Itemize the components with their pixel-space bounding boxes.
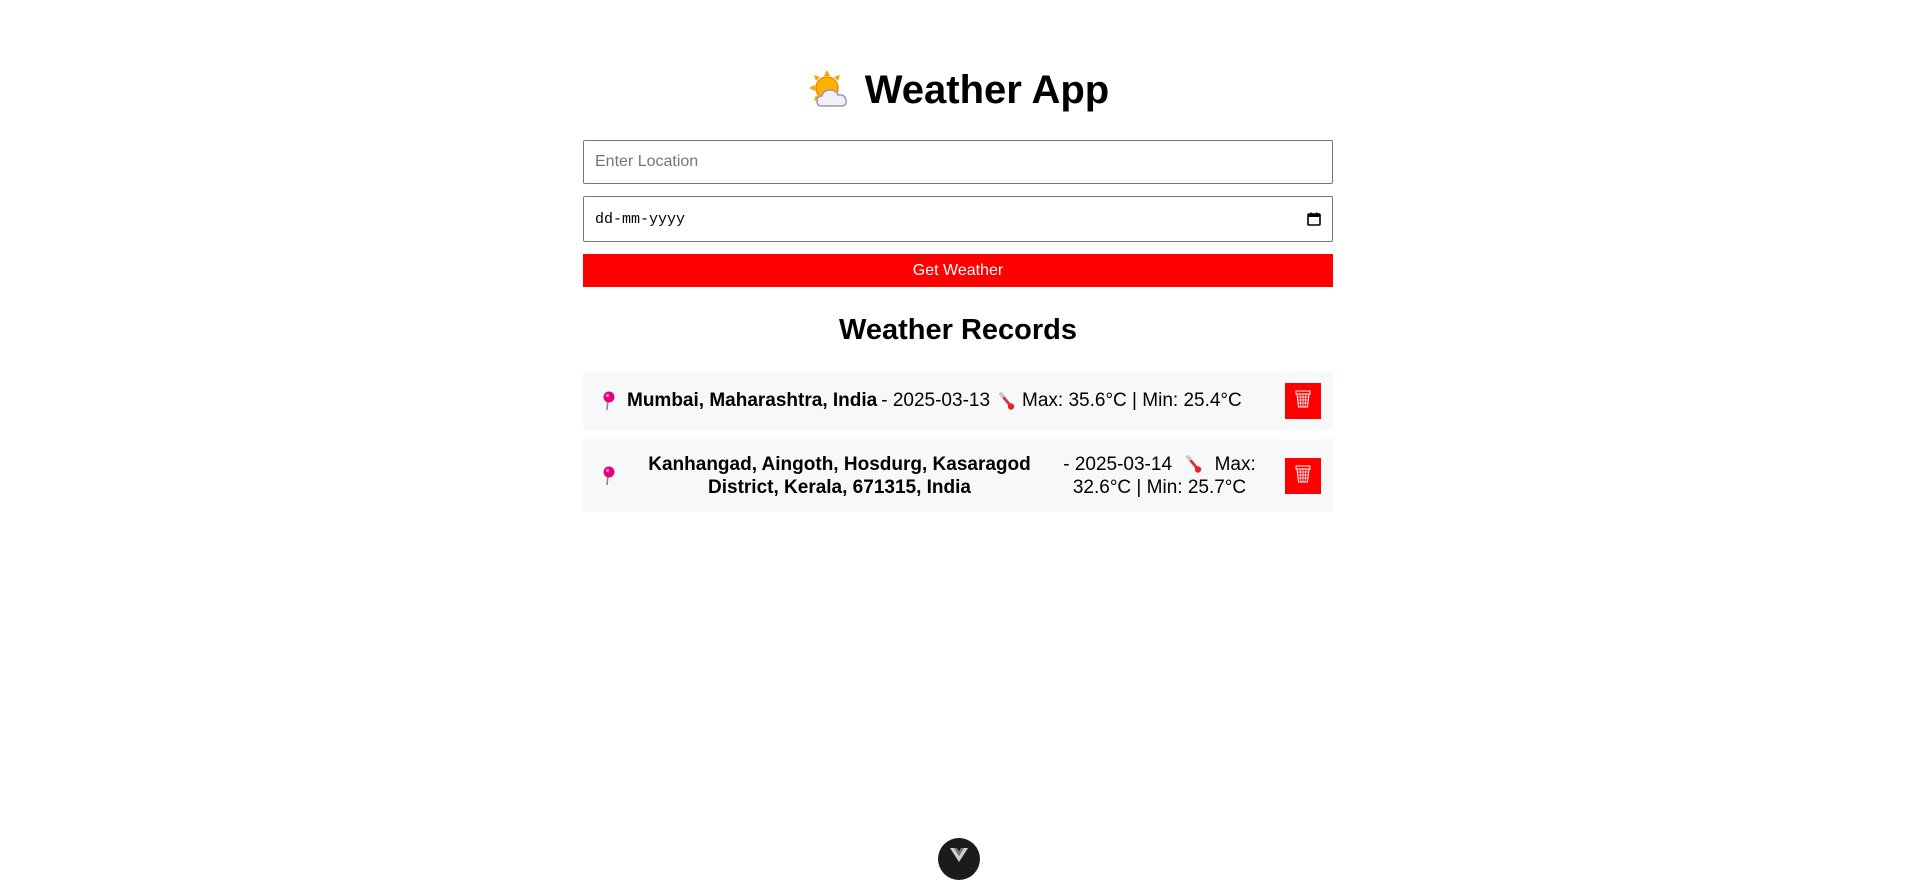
round-pushpin-icon <box>599 390 619 412</box>
record-location: Mumbai, Maharashtra, India <box>627 390 878 411</box>
record-details: - 2025-03-14 Max: 32.6°C | Min: 25.7°C <box>1057 453 1262 499</box>
record-date: - 2025-03-13 <box>881 390 991 411</box>
date-placeholder: dd-mm-yyyy <box>595 210 686 228</box>
delete-record-button[interactable] <box>1285 457 1321 494</box>
record-item: Mumbai, Maharashtra, India - 2025-03-13 … <box>583 371 1333 430</box>
records-heading: Weather Records <box>839 314 1077 346</box>
thermometer-icon <box>1185 454 1203 474</box>
sun-behind-cloud-icon <box>807 68 851 112</box>
record-item: Kanhangad, Aingoth, Hosdurg, Kasaragod D… <box>583 439 1333 512</box>
wastebasket-icon <box>1295 390 1311 411</box>
location-input[interactable] <box>595 153 1321 171</box>
record-date: - 2025-03-14 <box>1063 453 1173 475</box>
round-pushpin-icon <box>599 465 619 487</box>
page-title: Weather App <box>864 68 1110 112</box>
calendar-icon[interactable] <box>1307 212 1321 226</box>
delete-record-button[interactable] <box>1285 382 1321 419</box>
get-weather-button[interactable]: Get Weather <box>583 254 1333 287</box>
record-details: - 2025-03-13 Max: 35.6°C | Min: 25.4°C <box>881 389 1242 412</box>
vue-devtools-button[interactable] <box>938 838 980 880</box>
wastebasket-icon <box>1295 465 1311 486</box>
date-input[interactable]: dd-mm-yyyy <box>583 196 1333 242</box>
location-input-wrapper[interactable] <box>583 140 1333 184</box>
thermometer-icon <box>998 391 1016 411</box>
vue-logo-icon <box>950 848 968 867</box>
record-location: Kanhangad, Aingoth, Hosdurg, Kasaragod D… <box>648 453 1031 498</box>
record-temps: Max: 35.6°C | Min: 25.4°C <box>1022 390 1242 411</box>
app-header: Weather App <box>583 64 1333 116</box>
